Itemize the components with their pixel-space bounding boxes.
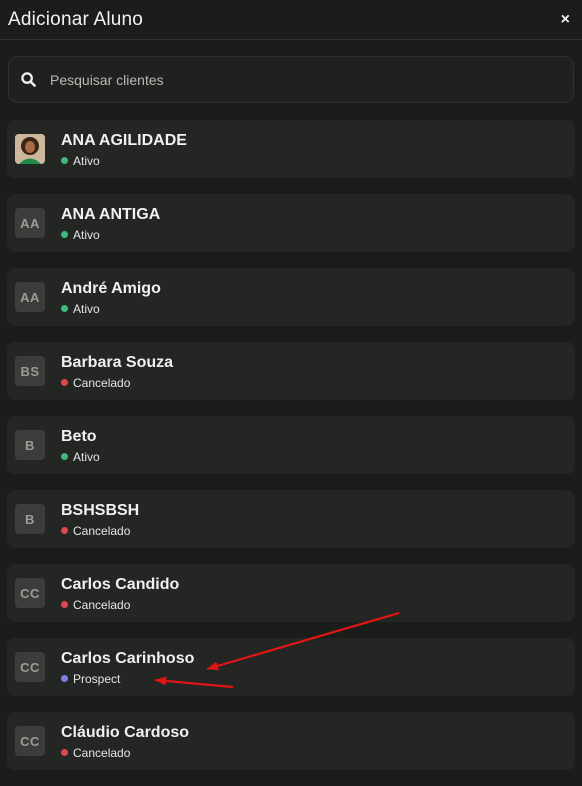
status-label: Prospect <box>73 671 121 686</box>
avatar-initials: BS <box>15 356 45 386</box>
client-info: Carlos Carinhoso Prospect <box>61 649 194 686</box>
status-dot-icon <box>61 749 68 756</box>
client-name: Carlos Candido <box>61 575 180 593</box>
client-info: Beto Ativo <box>61 427 100 464</box>
avatar-initials: AA <box>15 282 45 312</box>
client-card[interactable]: B Beto Ativo <box>7 416 575 474</box>
client-info: Cláudio Cardoso Cancelado <box>61 723 189 760</box>
status-dot-icon <box>61 675 68 682</box>
client-status: Ativo <box>61 302 161 316</box>
client-card[interactable]: BS Barbara Souza Cancelado <box>7 342 575 400</box>
client-card[interactable]: CC Carlos Candido Cancelado <box>7 564 575 622</box>
client-status: Ativo <box>61 450 100 464</box>
client-status: Prospect <box>61 672 194 686</box>
status-label: Ativo <box>73 449 100 464</box>
avatar-initials: CC <box>15 726 45 756</box>
client-info: André Amigo Ativo <box>61 279 161 316</box>
client-card[interactable]: AA André Amigo Ativo <box>7 268 575 326</box>
client-name: André Amigo <box>61 279 161 297</box>
client-info: ANA ANTIGA Ativo <box>61 205 160 242</box>
avatar-initials: CC <box>15 652 45 682</box>
avatar-initials: B <box>15 504 45 534</box>
avatar-initials: AA <box>15 208 45 238</box>
avatar-initials: B <box>15 430 45 460</box>
search-icon <box>21 72 36 87</box>
client-name: ANA ANTIGA <box>61 205 161 223</box>
status-dot-icon <box>61 379 68 386</box>
client-name: Beto <box>61 427 97 445</box>
client-info: BSHSBSH Cancelado <box>61 501 139 538</box>
client-status: Cancelado <box>61 524 139 538</box>
close-icon[interactable]: × <box>561 11 570 28</box>
client-card[interactable]: CC Carlos Carinhoso Prospect <box>7 638 575 696</box>
client-status: Cancelado <box>61 598 179 612</box>
client-info: ANA AGILIDADE Ativo <box>61 131 187 168</box>
avatar-initials: CC <box>15 578 45 608</box>
status-dot-icon <box>61 453 68 460</box>
status-dot-icon <box>61 157 68 164</box>
status-label: Cancelado <box>73 745 131 760</box>
client-card[interactable]: CC Cláudio Cardoso Cancelado <box>7 712 575 770</box>
modal-title: Adicionar Aluno <box>8 8 144 30</box>
client-name: Barbara Souza <box>61 353 174 371</box>
status-label: Cancelado <box>73 597 131 612</box>
search-input[interactable] <box>48 70 561 89</box>
status-dot-icon <box>61 305 68 312</box>
modal-header: Adicionar Aluno × <box>0 0 582 40</box>
status-label: Ativo <box>73 153 100 168</box>
status-label: Cancelado <box>73 375 131 390</box>
status-label: Cancelado <box>73 523 131 538</box>
client-list: ANA AGILIDADE Ativo AA ANA ANTIGA Ativo AA And… <box>7 120 575 786</box>
status-label: Ativo <box>73 301 100 316</box>
avatar-photo <box>15 134 45 164</box>
client-status: Cancelado <box>61 746 189 760</box>
client-name: Cláudio Cardoso <box>61 723 190 741</box>
client-name: ANA AGILIDADE <box>61 131 187 149</box>
client-card[interactable]: AA ANA ANTIGA Ativo <box>7 194 575 252</box>
client-info: Carlos Candido Cancelado <box>61 575 179 612</box>
client-name: BSHSBSH <box>61 501 140 519</box>
client-name: Carlos Carinhoso <box>61 649 195 667</box>
client-info: Barbara Souza Cancelado <box>61 353 173 390</box>
client-card[interactable]: B BSHSBSH Cancelado <box>7 490 575 548</box>
status-dot-icon <box>61 527 68 534</box>
client-status: Ativo <box>61 154 187 168</box>
client-status: Ativo <box>61 228 160 242</box>
status-dot-icon <box>61 601 68 608</box>
status-label: Ativo <box>73 227 100 242</box>
search-box[interactable] <box>8 56 574 103</box>
status-dot-icon <box>61 231 68 238</box>
client-card[interactable]: ANA AGILIDADE Ativo <box>7 120 575 178</box>
client-status: Cancelado <box>61 376 173 390</box>
